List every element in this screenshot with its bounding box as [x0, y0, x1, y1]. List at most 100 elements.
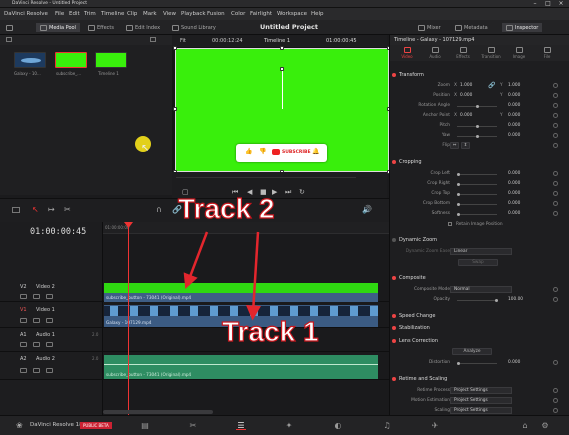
fusion-page-icon[interactable]: ✦ [284, 421, 294, 430]
reset-icon[interactable] [553, 143, 558, 148]
media-pool-button[interactable]: Media Pool [36, 23, 80, 32]
menu-trim[interactable]: Trim [84, 11, 96, 17]
opacity-field[interactable]: 100.00 [508, 297, 523, 302]
menu-view[interactable]: View [163, 11, 176, 17]
slider-knob[interactable] [457, 183, 460, 186]
swap-button[interactable]: Swap [458, 259, 498, 266]
enable-toggle-icon[interactable] [392, 313, 396, 318]
section-transform[interactable]: Transform [392, 70, 560, 79]
mixer-button[interactable]: Mixer [418, 23, 441, 32]
deliver-page-icon[interactable]: ✈ [430, 421, 440, 430]
crop-bottom-field[interactable]: 0.000 [508, 201, 520, 206]
blade-tool-icon[interactable]: ✂ [64, 205, 71, 214]
crop-right-slider[interactable] [457, 183, 497, 186]
cut-page-icon[interactable]: ✂ [188, 421, 198, 430]
yaw-slider[interactable] [457, 135, 497, 138]
reset-icon[interactable] [553, 133, 558, 138]
slider-knob[interactable] [476, 135, 479, 138]
selection-tool-icon[interactable]: ↖ [32, 205, 39, 214]
slider-knob[interactable] [457, 203, 460, 206]
lock-icon[interactable] [20, 368, 27, 373]
menu-fairlight[interactable]: Fairlight [250, 11, 272, 17]
section-speed-change[interactable]: Speed Change [392, 311, 560, 320]
menu-color[interactable]: Color [231, 11, 245, 17]
lock-icon[interactable] [20, 342, 27, 347]
timeline-selector[interactable]: Timeline 1 [264, 38, 290, 44]
slider-knob[interactable] [457, 173, 460, 176]
minimize-button[interactable]: – [530, 0, 540, 8]
zoom-y-field[interactable]: 1.000 [508, 83, 520, 88]
section-stabilization[interactable]: Stabilization [392, 323, 560, 332]
settings-gear-icon[interactable]: ⚙ [540, 421, 550, 430]
metadata-button[interactable]: Metadata [455, 23, 488, 32]
reset-icon[interactable] [553, 408, 558, 413]
close-button[interactable]: × [556, 0, 566, 8]
enable-toggle-icon[interactable] [392, 338, 396, 343]
loop-icon[interactable]: ↻ [299, 188, 305, 196]
section-cropping[interactable]: Cropping [392, 157, 560, 166]
enable-toggle-icon[interactable] [392, 237, 396, 242]
media-page-icon[interactable]: ▤ [140, 421, 150, 430]
mute-icon[interactable] [46, 342, 53, 347]
menu-fusion[interactable]: Fusion [207, 11, 225, 17]
section-retime-scaling[interactable]: Retime and Scaling [392, 374, 560, 383]
distortion-field[interactable]: 0.000 [508, 360, 520, 365]
reset-icon[interactable] [553, 287, 558, 292]
slider-knob[interactable] [495, 299, 498, 302]
enable-toggle-icon[interactable] [392, 325, 396, 330]
trim-tool-icon[interactable]: ↦ [48, 205, 55, 214]
reset-icon[interactable] [553, 93, 558, 98]
enable-toggle-icon[interactable] [392, 72, 396, 77]
reset-icon[interactable] [553, 297, 558, 302]
slider-knob[interactable] [476, 105, 479, 108]
reset-icon[interactable] [553, 211, 558, 216]
solo-icon[interactable] [33, 342, 40, 347]
slider-knob[interactable] [457, 193, 460, 196]
reset-icon[interactable] [553, 388, 558, 393]
grid-view-icon[interactable] [150, 37, 156, 42]
monitor-icon[interactable] [46, 294, 53, 299]
transform-handle[interactable] [280, 46, 284, 50]
composite-mode-select[interactable]: Normal [450, 286, 512, 293]
media-item-galaxy[interactable] [14, 52, 46, 68]
lock-icon[interactable] [20, 318, 27, 323]
menu-timeline[interactable]: Timeline [101, 11, 124, 17]
analyze-button[interactable]: Analyze [452, 348, 492, 355]
softness-slider[interactable] [457, 213, 497, 216]
rotation-field[interactable]: 0.000 [508, 103, 520, 108]
tab-file[interactable]: File [536, 47, 558, 59]
menu-edit[interactable]: Edit [69, 11, 80, 17]
crop-left-field[interactable]: 0.000 [508, 171, 520, 176]
timeline-view-icon[interactable] [12, 207, 20, 213]
link-icon[interactable]: 🔗 [488, 82, 495, 89]
lock-icon[interactable] [20, 294, 27, 299]
reset-icon[interactable] [553, 103, 558, 108]
crop-left-slider[interactable] [457, 173, 497, 176]
tab-effects[interactable]: Effects [452, 47, 474, 59]
anchor-x-field[interactable]: 0.000 [460, 113, 472, 118]
reset-icon[interactable] [553, 113, 558, 118]
rotation-slider[interactable] [457, 105, 497, 108]
enable-toggle-icon[interactable] [392, 376, 396, 381]
section-dynamic-zoom[interactable]: Dynamic Zoom [392, 235, 560, 244]
edit-page-icon[interactable]: ☰ [236, 421, 246, 430]
reset-icon[interactable] [553, 181, 558, 186]
position-y-field[interactable]: 0.000 [508, 93, 520, 98]
crop-top-field[interactable]: 0.000 [508, 191, 520, 196]
reset-icon[interactable] [553, 191, 558, 196]
crop-top-slider[interactable] [457, 193, 497, 196]
sound-library-button[interactable]: Sound Library [172, 23, 216, 32]
menu-workspace[interactable]: Workspace [277, 11, 307, 17]
crop-right-field[interactable]: 0.000 [508, 181, 520, 186]
tab-video[interactable]: Video [396, 47, 418, 59]
inspector-button[interactable]: Inspector [502, 23, 543, 32]
pitch-slider[interactable] [457, 125, 497, 128]
section-lens-correction[interactable]: Lens Correction [392, 336, 560, 345]
mute-icon[interactable] [46, 368, 53, 373]
opacity-slider[interactable] [457, 299, 498, 302]
slider-knob[interactable] [476, 125, 479, 128]
monitor-icon[interactable] [46, 318, 53, 323]
zoom-x-field[interactable]: 1.000 [460, 83, 472, 88]
section-composite[interactable]: Composite [392, 273, 560, 282]
flip-horizontal-icon[interactable]: ⇔ [450, 142, 459, 149]
